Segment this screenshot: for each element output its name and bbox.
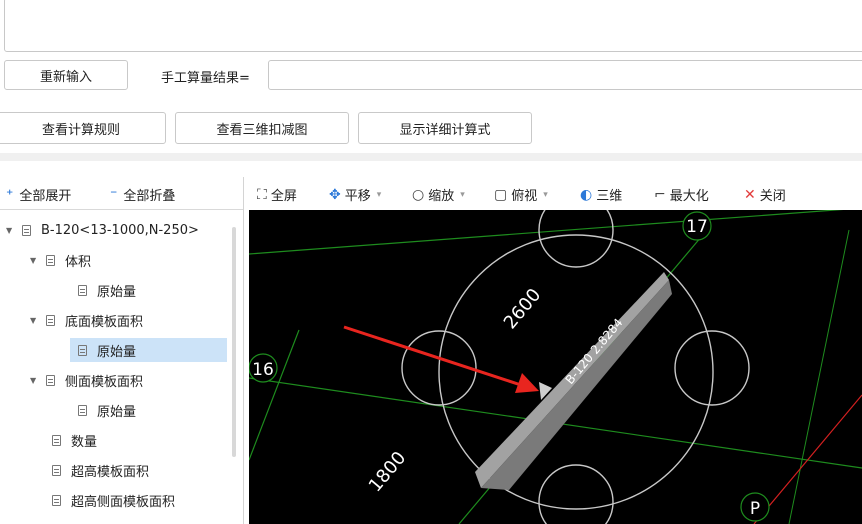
cube-icon: ▢ xyxy=(494,186,508,203)
tree-node-label: 原始量 xyxy=(97,284,137,300)
tree-node-bottom-formwork[interactable]: ▼ 底面模板面积 xyxy=(30,308,143,332)
document-icon xyxy=(46,374,55,386)
expand-caret-icon[interactable]: ▼ xyxy=(30,256,40,265)
collapse-all-icon: ⁻ xyxy=(110,186,118,203)
tree-node-side-formwork-original[interactable]: 原始量 xyxy=(78,398,136,422)
document-icon xyxy=(78,344,87,356)
maximize-icon: ⌐ xyxy=(654,186,666,203)
manual-result-label: 手工算量结果= xyxy=(161,71,250,86)
axis-16-text: 16 xyxy=(252,360,274,380)
document-icon xyxy=(78,404,87,416)
dimension-1800: 1800 xyxy=(365,448,411,497)
expand-caret-icon[interactable]: ▼ xyxy=(30,376,40,385)
grid-line-right xyxy=(788,229,850,524)
circle-right xyxy=(674,330,750,406)
top-view-button[interactable]: ▢ 俯视 ▾ xyxy=(494,185,548,205)
zoom-button[interactable]: ○ 缩放 ▾ xyxy=(412,185,465,205)
maximize-button[interactable]: ⌐ 最大化 xyxy=(654,185,709,205)
chevron-down-icon[interactable]: ▾ xyxy=(543,190,548,200)
three-d-label: 三维 xyxy=(596,189,623,204)
reinput-button[interactable]: 重新输入 xyxy=(4,60,128,90)
view-toolbar: ⛶ 全屏 ✥ 平移 ▾ ○ 缩放 ▾ ▢ 俯视 ▾ ◐ 三维 ⌐ 最大化 ✕ 关… xyxy=(249,177,862,210)
deduction-view-canvas[interactable]: 17 16 P 2600 1800 B-120 2.8284 xyxy=(249,210,862,524)
expand-all-button[interactable]: ⁺ 全部展开 xyxy=(6,185,72,205)
collapse-all-label: 全部折叠 xyxy=(123,189,176,204)
document-icon xyxy=(52,464,61,476)
fullscreen-label: 全屏 xyxy=(270,189,297,204)
fullscreen-button[interactable]: ⛶ 全屏 xyxy=(257,185,297,205)
three-d-icon: ◐ xyxy=(580,186,593,203)
zoom-label: 缩放 xyxy=(428,189,455,204)
axis-17-text: 17 xyxy=(686,217,708,237)
axis-p-text: P xyxy=(750,499,760,519)
pan-label: 平移 xyxy=(344,189,371,204)
collapse-all-button[interactable]: ⁻ 全部折叠 xyxy=(110,185,176,205)
grid-line-left xyxy=(249,329,300,461)
tree-node-root[interactable]: ▼ B-120<13-1000,N-250> xyxy=(6,218,199,242)
tree-node-label: 侧面模板面积 xyxy=(65,374,144,390)
formula-text-area[interactable] xyxy=(4,0,862,52)
panel-separator xyxy=(0,153,862,161)
red-axis-line xyxy=(753,394,862,524)
close-button[interactable]: ✕ 关闭 xyxy=(744,185,786,205)
tree-scrollbar[interactable] xyxy=(232,227,236,457)
document-icon xyxy=(46,314,55,326)
document-icon xyxy=(52,434,61,446)
tree-node-bottom-formwork-original[interactable]: 原始量 xyxy=(70,338,227,362)
tree-node-label: 原始量 xyxy=(97,404,137,420)
pan-button[interactable]: ✥ 平移 ▾ xyxy=(329,185,382,205)
zoom-icon: ○ xyxy=(412,186,425,203)
tree-node-label: 体积 xyxy=(65,254,92,270)
chevron-down-icon[interactable]: ▾ xyxy=(460,190,465,200)
quantity-tree-panel: ⁺ 全部展开 ⁻ 全部折叠 ▼ B-120<13-1000,N-250> ▼ 体… xyxy=(0,177,244,524)
red-arrow-head xyxy=(515,373,539,393)
pan-icon: ✥ xyxy=(329,186,341,203)
dimension-2600: 2600 xyxy=(500,285,546,334)
tree-node-overheight-side-formwork[interactable]: 超高侧面模板面积 xyxy=(52,488,175,512)
tree-node-label: 超高侧面模板面积 xyxy=(71,494,176,510)
view-rules-label: 查看计算规则 xyxy=(41,122,120,138)
tree-node-volume-original[interactable]: 原始量 xyxy=(78,278,136,302)
document-icon xyxy=(52,494,61,506)
tree-node-overheight-formwork[interactable]: 超高模板面积 xyxy=(52,458,149,482)
close-label: 关闭 xyxy=(759,189,786,204)
manual-result-input[interactable] xyxy=(268,60,862,90)
drawing-svg: 17 16 P 2600 1800 B-120 2.8284 xyxy=(249,210,862,524)
tree-node-label: B-120<13-1000,N-250> xyxy=(41,222,199,238)
view-3d-deduction-button[interactable]: 查看三维扣减图 xyxy=(175,112,349,144)
tree-node-side-formwork[interactable]: ▼ 侧面模板面积 xyxy=(30,368,143,392)
tree-node-label: 原始量 xyxy=(97,344,137,360)
document-icon xyxy=(22,224,31,236)
top-view-label: 俯视 xyxy=(511,189,538,204)
chevron-down-icon[interactable]: ▾ xyxy=(377,190,382,200)
tree-node-label: 数量 xyxy=(71,434,98,450)
fullscreen-icon: ⛶ xyxy=(257,186,267,203)
tree-node-count[interactable]: 数量 xyxy=(52,428,97,452)
show-detail-formula-button[interactable]: 显示详细计算式 xyxy=(358,112,532,144)
document-icon xyxy=(46,254,55,266)
expand-caret-icon[interactable]: ▼ xyxy=(6,226,16,235)
three-d-button[interactable]: ◐ 三维 xyxy=(580,185,623,205)
maximize-label: 最大化 xyxy=(669,189,709,204)
show-formula-label: 显示详细计算式 xyxy=(399,122,491,138)
red-arrow-line xyxy=(343,325,525,388)
circle-bottom xyxy=(538,464,614,524)
document-icon xyxy=(78,284,87,296)
tree-node-volume[interactable]: ▼ 体积 xyxy=(30,248,91,272)
view-3d-label: 查看三维扣减图 xyxy=(216,122,308,138)
reinput-label: 重新输入 xyxy=(39,69,92,85)
expand-caret-icon[interactable]: ▼ xyxy=(30,316,40,325)
tree-toolbar: ⁺ 全部展开 ⁻ 全部折叠 xyxy=(0,177,243,210)
grid-line-top xyxy=(249,210,844,255)
expand-all-icon: ⁺ xyxy=(6,186,14,203)
view-rules-button[interactable]: 查看计算规则 xyxy=(0,112,166,144)
circle-top xyxy=(538,210,614,268)
close-icon: ✕ xyxy=(744,186,756,203)
expand-all-label: 全部展开 xyxy=(19,189,72,204)
tree-node-label: 超高模板面积 xyxy=(71,464,150,480)
tree-node-label: 底面模板面积 xyxy=(65,314,144,330)
